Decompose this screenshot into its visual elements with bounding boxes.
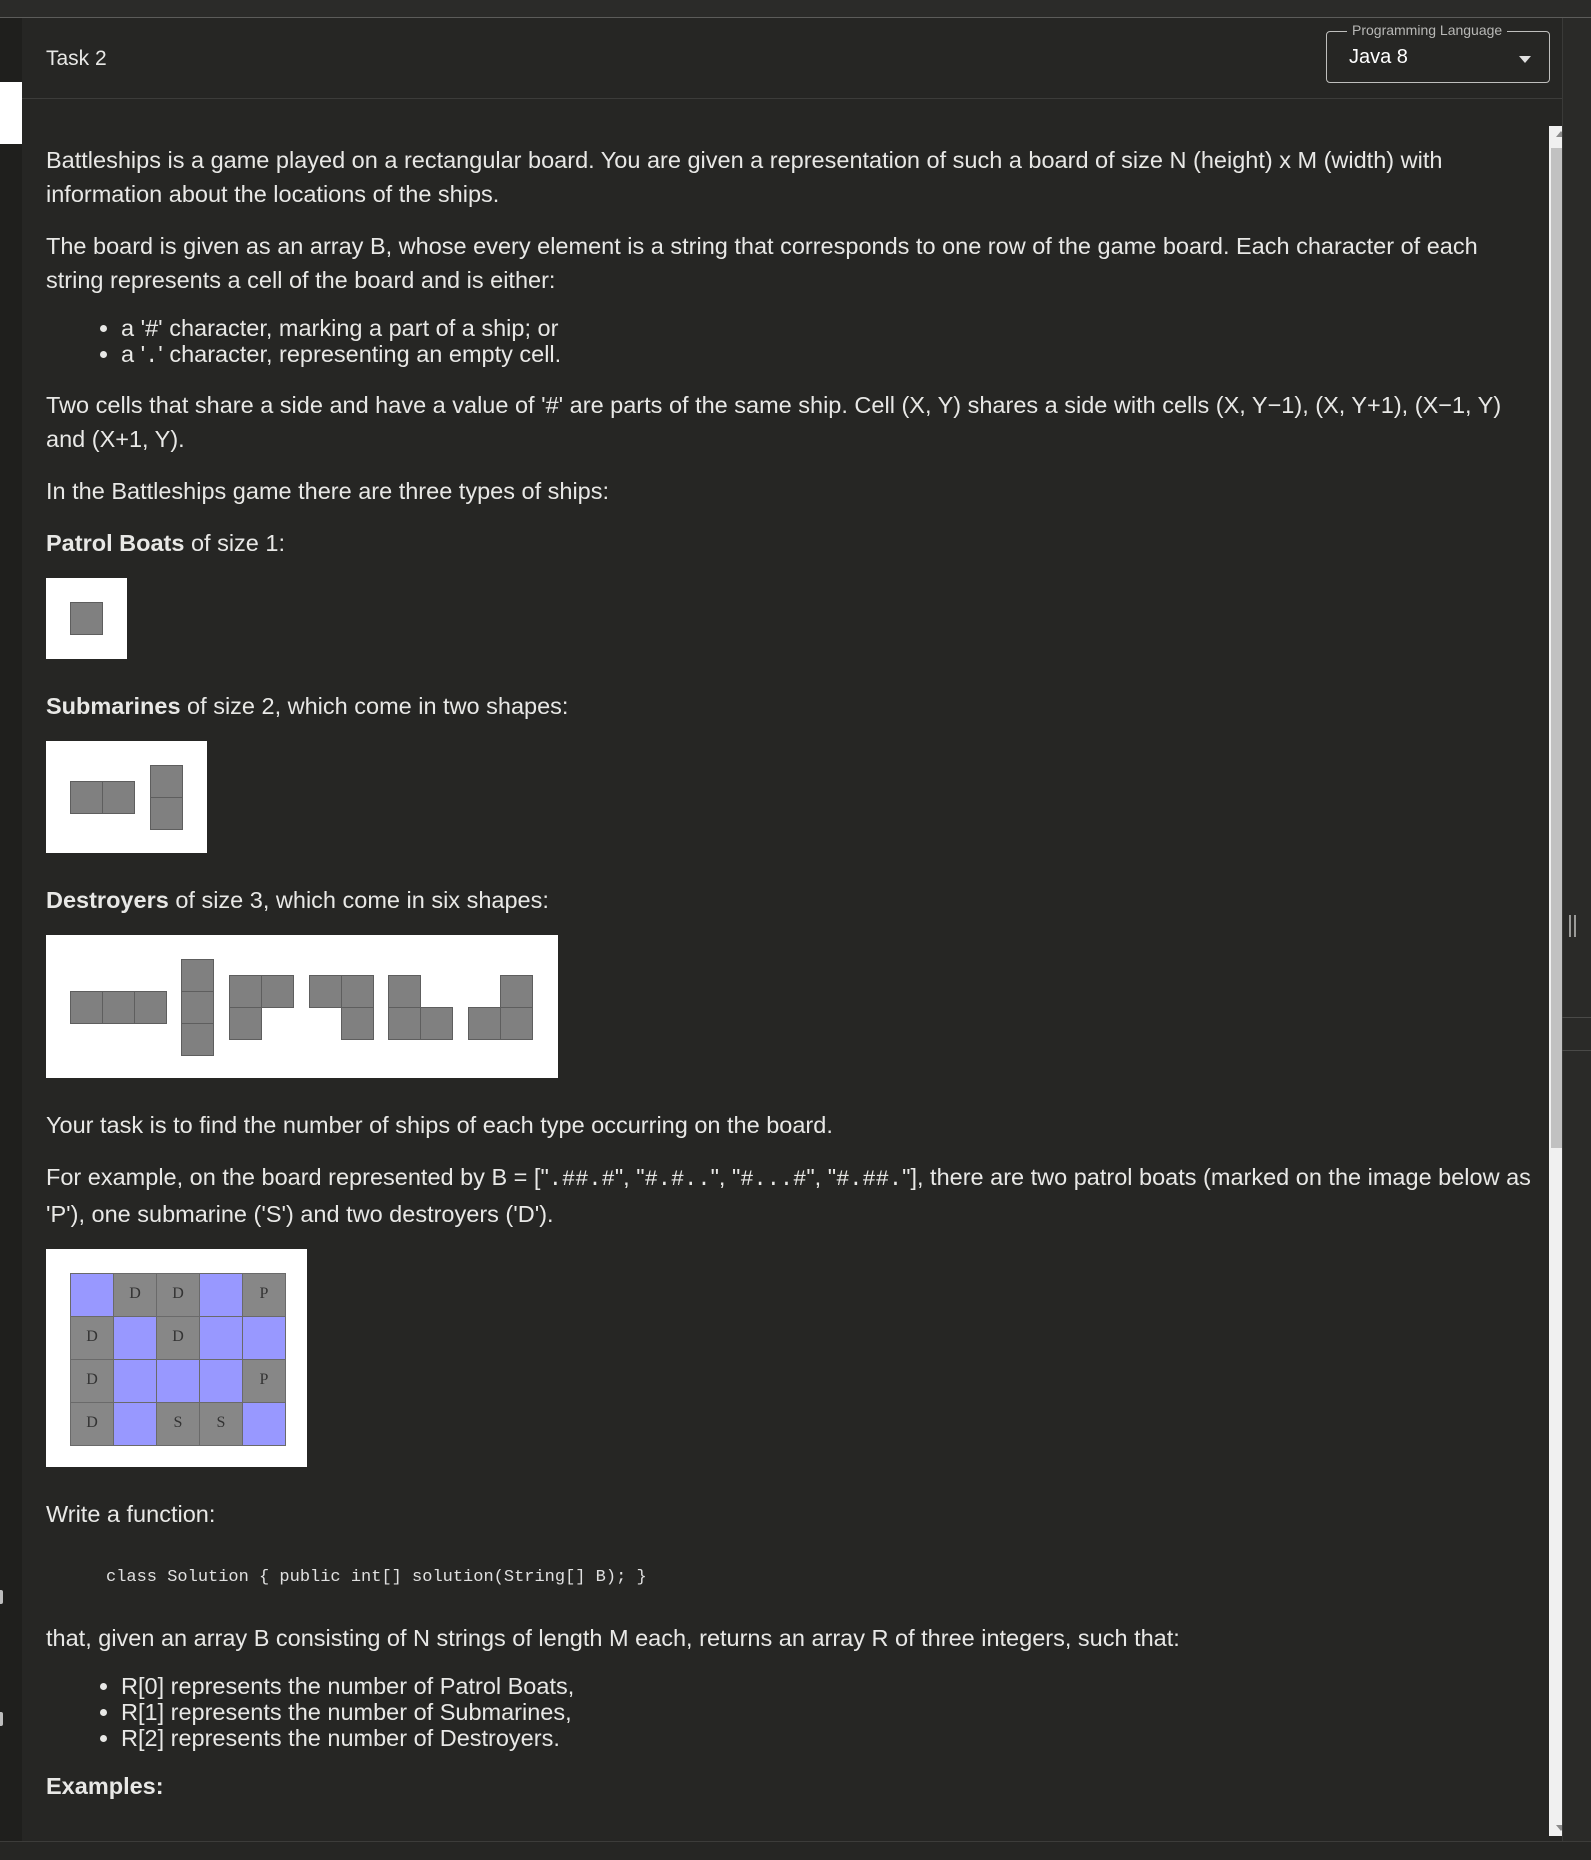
ship-cell [388, 975, 421, 1008]
cell-types-list: a '#' character, marking a part of a shi… [46, 315, 1536, 370]
submarine-heading: Submarines of size 2, which come in two … [46, 693, 569, 719]
ship-cell [102, 991, 135, 1024]
board-water-cell [242, 1316, 286, 1360]
board-water-cell [113, 1359, 157, 1403]
board-ship-cell: D [156, 1316, 200, 1360]
patrol-boat-figure [46, 578, 127, 659]
function-signature: class Solution { public int[] solution(S… [106, 1568, 647, 1587]
ship-cell [500, 975, 533, 1008]
top-bar [0, 0, 1591, 18]
board-water-cell [113, 1402, 157, 1446]
ship-cell [341, 975, 374, 1008]
board-water-cell [199, 1359, 243, 1403]
board-ship-cell: D [70, 1359, 114, 1403]
left-gutter [0, 18, 22, 1841]
ship-cell [420, 1007, 453, 1040]
ship-cell [309, 975, 342, 1008]
task-description: Battleships is a game played on a rectan… [46, 143, 1536, 1821]
ship-cell [261, 975, 294, 1008]
board-water-cell [199, 1316, 243, 1360]
left-indicator [0, 1712, 3, 1726]
task-header: Task 2 Programming Language Java 8 [22, 18, 1562, 99]
paragraph: Two cells that share a side and have a v… [46, 392, 1502, 452]
board-ship-cell: D [156, 1273, 200, 1317]
board-ship-cell: D [70, 1402, 114, 1446]
ship-cell [468, 1007, 501, 1040]
submarine-figure [46, 741, 207, 853]
paragraph: that, given an array B consisting of N s… [46, 1625, 1180, 1651]
ship-cell [150, 797, 183, 830]
paragraph: Battleships is a game played on a rectan… [46, 147, 1443, 207]
task-panel: Task 2 Programming Language Java 8 Battl… [22, 18, 1572, 1841]
result-list: R[0] represents the number of Patrol Boa… [46, 1673, 1536, 1751]
paragraph: Your task is to find the number of ships… [46, 1112, 833, 1138]
ship-cell [70, 991, 103, 1024]
ship-cell [500, 1007, 533, 1040]
ship-cell [134, 991, 167, 1024]
language-select-value: Java 8 [1349, 46, 1408, 68]
board-water-cell [156, 1359, 200, 1403]
ship-cell [388, 1007, 421, 1040]
ship-cell [70, 781, 103, 814]
list-item: R[1] represents the number of Submarines… [121, 1699, 1536, 1725]
list-item: R[0] represents the number of Patrol Boa… [121, 1673, 1536, 1699]
caret-down-icon [1519, 56, 1531, 63]
ship-cell [70, 602, 103, 635]
paragraph: In the Battleships game there are three … [46, 478, 610, 504]
ship-cell [341, 1007, 374, 1040]
board-water-cell [70, 1273, 114, 1317]
board-water-cell [242, 1402, 286, 1446]
ship-cell [150, 765, 183, 798]
list-item: a '.' character, representing an empty c… [121, 341, 1536, 370]
board-water-cell [113, 1316, 157, 1360]
ship-cell [181, 1023, 214, 1056]
board-ship-cell: S [156, 1402, 200, 1446]
list-item: a '#' character, marking a part of a shi… [121, 315, 1536, 341]
divider [1562, 1017, 1591, 1018]
board-ship-cell: P [242, 1359, 286, 1403]
patrol-heading: Patrol Boats of size 1: [46, 530, 285, 556]
resize-handle-icon[interactable] [1569, 915, 1579, 939]
board-ship-cell: D [113, 1273, 157, 1317]
ship-cell [229, 1007, 262, 1040]
language-select[interactable]: Programming Language Java 8 [1326, 22, 1550, 83]
ship-cell [229, 975, 262, 1008]
left-panel-tab[interactable] [0, 82, 22, 144]
ship-cell [102, 781, 135, 814]
examples-heading: Examples: [46, 1773, 164, 1799]
board-water-cell [199, 1273, 243, 1317]
task-title: Task 2 [46, 47, 107, 70]
footer-bar [0, 1841, 1591, 1860]
divider [1562, 1050, 1591, 1051]
language-select-label: Programming Language [1347, 22, 1508, 38]
ship-cell [181, 991, 214, 1024]
paragraph: The board is given as an array B, whose … [46, 233, 1478, 293]
ship-cell [181, 959, 214, 992]
board-ship-cell: P [242, 1273, 286, 1317]
destroyer-heading: Destroyers of size 3, which come in six … [46, 887, 549, 913]
board-ship-cell: D [70, 1316, 114, 1360]
example-board-figure: DDPDDDPDSS [46, 1249, 307, 1467]
list-item: R[2] represents the number of Destroyers… [121, 1725, 1536, 1751]
board-ship-cell: S [199, 1402, 243, 1446]
paragraph: Write a function: [46, 1501, 216, 1527]
destroyer-figure [46, 935, 558, 1078]
left-indicator [0, 1590, 3, 1604]
example-paragraph: For example, on the board represented by… [46, 1164, 1531, 1227]
